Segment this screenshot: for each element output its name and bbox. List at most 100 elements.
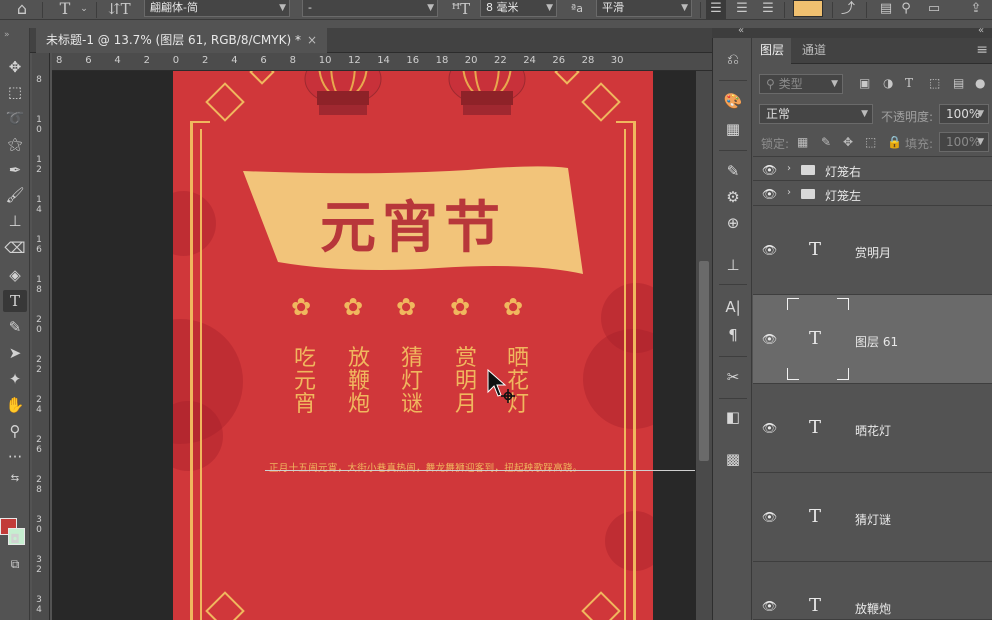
tools-icon[interactable]: ✂ [722,366,744,388]
paint-bucket-icon[interactable]: ◈ [3,264,27,286]
pen-tool-icon[interactable]: ✎ [3,316,27,338]
type-tool-icon[interactable]: T [3,290,27,312]
chevron-down-icon[interactable]: ⌄ [78,0,90,20]
history-icon[interactable]: ⎌ [722,48,744,70]
zoom-tool-icon[interactable]: ⚲ [3,420,27,442]
warp-text-icon[interactable]: ⤴ [838,0,858,20]
layer-group-row[interactable]: 👁 › 灯笼右 [753,156,992,181]
filter-shape-icon[interactable]: ⬚ [929,76,940,90]
collapse-icon[interactable]: » [4,30,11,40]
text-color-swatch[interactable] [793,0,823,17]
lock-all-icon[interactable]: 🔒 [887,135,902,149]
filter-adjust-icon[interactable]: ◑ [883,76,893,90]
brush-settings-icon[interactable]: ✎ [722,160,744,182]
filter-smart-icon[interactable]: ▤ [953,76,964,90]
panel-menu-icon[interactable]: ≡ [976,42,988,58]
eyedropper-icon[interactable]: ✒ [3,159,27,181]
close-tab-icon[interactable]: × [307,33,317,47]
antialias-select[interactable]: 平滑 ▼ [596,0,692,17]
blend-mode-select[interactable]: 正常 ▼ [759,104,873,124]
ruler-tick-label: 4 [231,55,238,66]
layer-text-row[interactable]: 👁 T 赏明月 [753,206,992,295]
swatches-icon[interactable]: ▦ [722,118,744,140]
lock-artboard-icon[interactable]: ⬚ [865,135,876,149]
ruler-tick-label: 14 [377,55,390,66]
visibility-icon[interactable]: 👁 [762,510,777,524]
fill-input[interactable]: 100% ▼ [939,132,989,152]
vertical-scrollbar[interactable] [696,71,712,620]
move-tool-icon[interactable]: ✥ [3,56,27,78]
lock-transparent-icon[interactable]: ▦ [797,135,808,149]
layer-text-row[interactable]: 👁 T 晒花灯 [753,384,992,473]
align-right-icon[interactable]: ☰ [758,0,778,20]
clone-source-icon[interactable]: ⊕ [722,212,744,234]
align-left-icon[interactable]: ☰ [706,0,726,20]
chevron-right-icon[interactable]: › [787,187,791,198]
eraser-icon[interactable]: ⌫ [3,237,27,259]
adjustments-icon[interactable]: ⚙ [722,186,744,208]
paragraph-icon[interactable]: ¶ [722,324,744,346]
text-column: 放鞭炮 [347,346,370,417]
poster-bottom-text[interactable]: 正月十五闹元宵，大街小巷真热闹，舞龙舞狮迎客到，扭起秧歌踩高跷。 [269,460,649,474]
character-icon[interactable]: A| [722,296,744,318]
gradient-icon[interactable]: ▩ [722,448,744,470]
document-tab[interactable]: 未标题-1 @ 13.7% (图层 61, RGB/8/CMYK) * × [36,28,328,53]
font-size-select[interactable]: 8 毫米 ▼ [480,0,557,17]
clone-stamp-icon[interactable]: ⊥ [3,210,27,232]
marquee-tool-icon[interactable]: ⬚ [3,81,27,103]
search-icon[interactable]: ⚲ [896,0,916,20]
home-icon[interactable]: ⌂ [12,0,32,20]
visibility-icon[interactable]: 👁 [762,332,777,346]
lock-pixels-icon[interactable]: ✎ [821,135,831,149]
frame-line [190,121,210,123]
filter-text-icon[interactable]: T [905,76,913,90]
stamp-icon[interactable]: ⊥ [722,254,744,276]
lock-position-icon[interactable]: ✥ [843,135,853,149]
color-icon[interactable]: 🎨 [722,90,744,112]
font-style-select[interactable]: - ▼ [302,0,438,17]
filter-toggle-icon[interactable]: ● [975,76,985,90]
lantern-right [448,71,526,115]
layer-text-row[interactable]: 👁 T 放鞭炮 [753,562,992,620]
magic-wand-icon[interactable]: ⚝ [3,133,27,155]
poster-canvas[interactable]: 元宵节 ✿ ✿ ✿ ✿ ✿ 吃元宵 放鞭炮 猜灯谜 赏明月 晒花灯 正月十五闹元… [173,71,653,620]
layer-text-row[interactable]: 👁 T 猜灯谜 [753,473,992,562]
layer-filter-select[interactable]: ⚲ 类型 ▼ [759,74,843,94]
corner-ornament [581,591,621,620]
workspace-icon[interactable]: ▭ [924,0,944,20]
font-family-select[interactable]: 翩翩体-简 ▼ [144,0,290,17]
opacity-input[interactable]: 100% ▼ [939,104,989,124]
shape-tool-icon[interactable]: ✦ [3,368,27,390]
visibility-icon[interactable]: 👁 [762,599,777,613]
chevron-right-icon[interactable]: › [787,163,791,174]
tab-channels[interactable]: 通道 [795,38,833,64]
layer-group-row[interactable]: 👁 › 灯笼左 [753,181,992,206]
align-center-icon[interactable]: ☰ [732,0,752,20]
frame-line [624,129,626,620]
filter-pixel-icon[interactable]: ▣ [859,76,870,90]
hand-tool-icon[interactable]: ✋ [3,394,27,416]
swap-colors-icon[interactable]: ⇆ [3,468,27,490]
brush-tool-icon[interactable]: 🖌 [3,184,27,206]
poster-title: 元宵节 [320,196,506,261]
text-orientation-icon[interactable]: ⇵T [108,0,131,20]
share-icon[interactable]: ⇪ [966,0,986,20]
layer-text-row-selected[interactable]: 👁 T 图层 61 [753,295,992,384]
lasso-tool-icon[interactable]: ➰ [3,107,27,129]
flower-ornament: ✿ [503,293,524,321]
path-select-icon[interactable]: ➤ [3,342,27,364]
properties-icon[interactable]: ◧ [722,406,744,428]
tab-layers[interactable]: 图层 [753,38,792,64]
visibility-icon[interactable]: 👁 [762,187,777,201]
panel-icon-strip: ⎌ 🎨 ▦ ✎ ⚙ ⊕ ⊥ A| ¶ ✂ ◧ ▩ [712,38,752,620]
text-tool-preset-icon[interactable]: T [56,0,74,20]
screen-mode-icon[interactable]: ⧉ [3,553,27,575]
visibility-icon[interactable]: 👁 [762,243,777,257]
text-column: 猜灯谜 [400,346,423,417]
ruler-tick-label: 12 [348,55,361,66]
character-panel-icon[interactable]: ▤ [876,0,896,20]
quick-mask-icon[interactable]: ◘ [3,528,27,550]
visibility-icon[interactable]: 👁 [762,163,777,177]
visibility-icon[interactable]: 👁 [762,421,777,435]
more-tools-icon[interactable]: ··· [3,446,27,468]
